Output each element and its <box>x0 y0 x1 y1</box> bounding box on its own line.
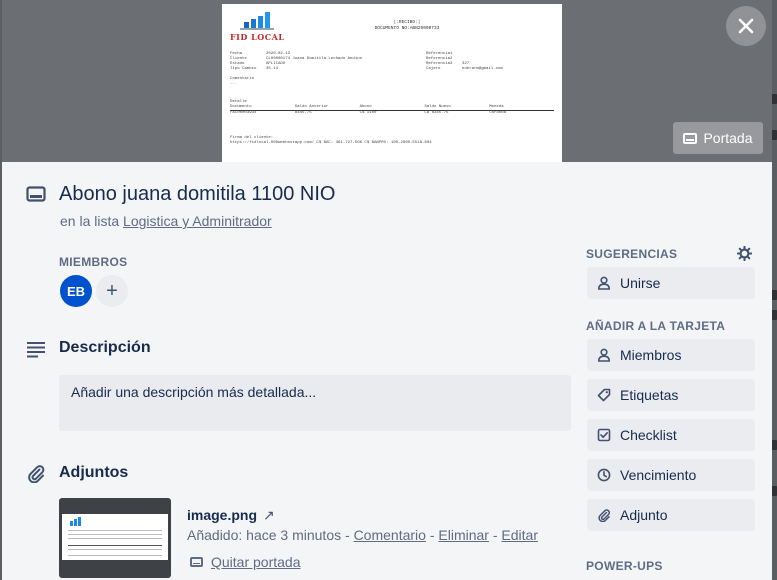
powerups-label: POWER-UPS <box>586 559 663 573</box>
field-key: Tipo Cambio <box>230 67 257 71</box>
receipt-table-row: FAC00003934 8445.75 C$ 1100 C$ 8345.75 C… <box>230 111 554 116</box>
separator: - <box>341 527 354 543</box>
thumbnail-logo-icon <box>70 517 81 526</box>
field-value: 35.14 <box>266 67 279 71</box>
description-title: Descripción <box>59 339 151 356</box>
receipt-footer-line: https://fidlocal.000webhostapp.com/ C$ B… <box>230 141 432 145</box>
table-cell: FAC00003934 <box>230 111 257 115</box>
receipt-footer: Firma del cliente: https://fidlocal.000w… <box>230 136 554 146</box>
attachment-meta: Añadido: hace 3 minutos - Comentario - E… <box>187 527 538 543</box>
join-label: Unirse <box>620 275 661 291</box>
attachment-added-time: Añadido: hace 3 minutos <box>187 527 342 543</box>
checklist-button-label: Checklist <box>620 427 677 443</box>
cover-button-label: Portada <box>703 130 753 146</box>
card-cover-icon <box>683 132 698 144</box>
list-name-link[interactable]: Logistica y Adminitrador <box>123 213 272 229</box>
close-icon <box>738 18 754 34</box>
field-value: ederarm@gmail.com <box>462 67 503 71</box>
table-header-cell: Documento <box>230 105 252 109</box>
field-key: Cajero <box>426 67 441 71</box>
remove-cover-link[interactable]: Quitar portada <box>211 554 301 570</box>
join-button[interactable]: Unirse <box>587 267 755 299</box>
card-detail-panel: Abono juana domitila 1100 NIO en la list… <box>2 162 772 580</box>
table-cell: C$ 8345.75 <box>424 111 449 115</box>
table-header-cell: Saldo Anterior <box>294 105 329 109</box>
table-header-cell: Moneda <box>489 105 504 109</box>
table-cell: 8445.75 <box>294 111 312 115</box>
suggestions-label: SUGERENCIAS <box>586 247 678 261</box>
receipt-logo-text: FID LOCAL <box>230 32 285 42</box>
external-link-icon[interactable]: ↗ <box>263 507 275 523</box>
attachment-name: image.png ↗ <box>187 507 275 524</box>
paperclip-icon <box>28 465 45 483</box>
separator: - <box>488 527 502 543</box>
receipt-detail-table: Detalle Documento Saldo Anterior Abono S… <box>230 100 554 116</box>
receipt-logo-icon <box>240 12 274 30</box>
paperclip-icon <box>598 509 610 522</box>
remove-cover-action: Quitar portada <box>190 554 301 570</box>
receipt-title: |:RECIBO:| DOCUMENTO NO:ABN20000733 <box>342 20 472 32</box>
table-header-cell: Saldo Nuevo <box>424 105 451 109</box>
card-cover-icon <box>190 557 203 567</box>
receipt-field-row: Tipo Cambio 35.14 Cajero ederarm@gmail.com <box>230 67 554 72</box>
members-button-label: Miembros <box>620 347 682 363</box>
close-card-button[interactable] <box>726 6 766 46</box>
card-title[interactable]: Abono juana domitila 1100 NIO <box>59 183 335 206</box>
members-button[interactable]: Miembros <box>587 339 755 371</box>
table-header-cell: Abono <box>359 105 372 109</box>
attachment-button-label: Adjunto <box>620 507 668 523</box>
gear-icon[interactable] <box>734 243 754 263</box>
attachment-filename[interactable]: image.png <box>187 507 257 523</box>
receipt-comment-value: ... <box>230 82 238 86</box>
person-icon <box>597 276 611 290</box>
person-icon <box>597 348 611 362</box>
labels-button[interactable]: Etiquetas <box>587 379 755 411</box>
due-date-button-label: Vencimiento <box>620 467 697 483</box>
receipt-doc-number: DOCUMENTO NO:ABN20000733 <box>374 26 440 31</box>
table-cell: Cordoba <box>489 111 506 115</box>
description-input[interactable]: Añadir una descripción más detallada... <box>59 375 571 431</box>
table-cell: C$ 1100 <box>359 111 377 115</box>
card-list-info: en la lista Logistica y Adminitrador <box>60 213 272 229</box>
card-cover: FID LOCAL |:RECIBO:| DOCUMENTO NO:ABN200… <box>2 0 772 162</box>
separator: - <box>425 527 439 543</box>
member-avatar[interactable]: EB <box>60 275 92 307</box>
checklist-button[interactable]: Checklist <box>587 419 755 451</box>
labels-button-label: Etiquetas <box>620 387 679 403</box>
tag-icon <box>597 388 611 402</box>
due-date-button[interactable]: Vencimiento <box>587 459 755 491</box>
add-to-card-label: AÑADIR A LA TARJETA <box>586 319 726 333</box>
attachment-edit-link[interactable]: Editar <box>501 527 538 543</box>
receipt-fields: Fecha 2020-02-13 Referencia1 Cliente CL0000… <box>230 52 554 87</box>
cover-receipt-image: FID LOCAL |:RECIBO:| DOCUMENTO NO:ABN200… <box>222 4 562 162</box>
attachment-thumbnail[interactable] <box>59 498 171 578</box>
add-member-button[interactable]: + <box>96 275 128 307</box>
cover-button[interactable]: Portada <box>673 122 763 154</box>
settings-gear <box>736 245 752 261</box>
card-icon <box>26 186 46 202</box>
attachment-delete-link[interactable]: Eliminar <box>438 527 489 543</box>
clock-icon <box>597 468 611 482</box>
checkbox-icon <box>597 428 611 442</box>
attachment-button[interactable]: Adjunto <box>587 499 755 531</box>
attachment-comment-link[interactable]: Comentario <box>354 527 426 543</box>
attachments-title: Adjuntos <box>59 464 129 481</box>
members-label: MIEMBROS <box>59 255 128 269</box>
in-list-prefix: en la lista <box>60 213 120 229</box>
description-icon <box>27 342 45 358</box>
thumbnail-receipt <box>62 514 168 560</box>
